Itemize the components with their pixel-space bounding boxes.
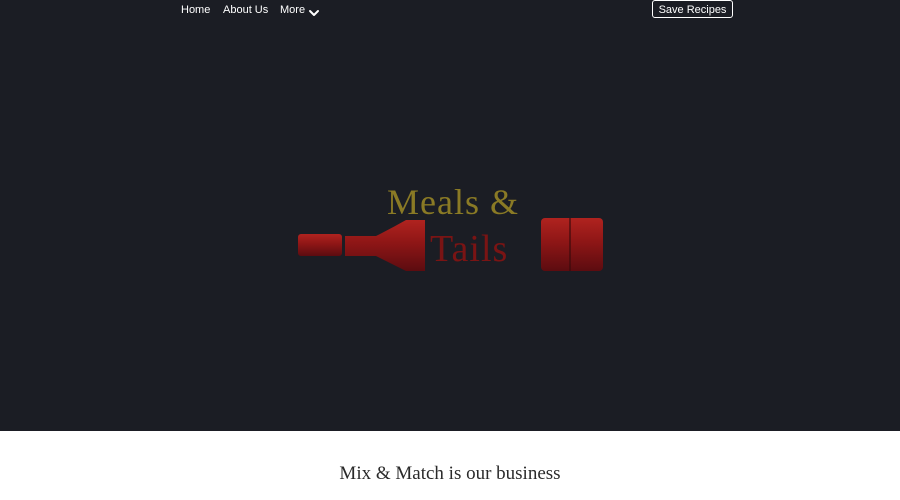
nav-more-dropdown[interactable]: More: [280, 3, 305, 17]
top-navigation: Home About Us More Save Recipes: [0, 0, 900, 22]
nav-home-link[interactable]: Home: [181, 3, 210, 17]
hero-section: Home About Us More Save Recipes Meals & …: [0, 0, 900, 431]
bottle-cap-shape: [298, 234, 342, 256]
bottle-base-shape: [541, 218, 603, 271]
chevron-down-icon[interactable]: [308, 5, 320, 16]
save-recipes-button[interactable]: Save Recipes: [652, 0, 733, 18]
logo-text-line2: Tails: [430, 228, 508, 270]
logo-text-line1: Meals &: [387, 182, 519, 222]
tagline-section: Mix & Match is our business: [0, 431, 900, 500]
tagline-heading: Mix & Match is our business: [339, 463, 561, 484]
nav-about-us-link[interactable]: About Us: [223, 3, 268, 17]
bottle-shoulder-shape: [345, 220, 425, 271]
meals-and-tails-logo: Meals & Tails: [296, 180, 606, 276]
